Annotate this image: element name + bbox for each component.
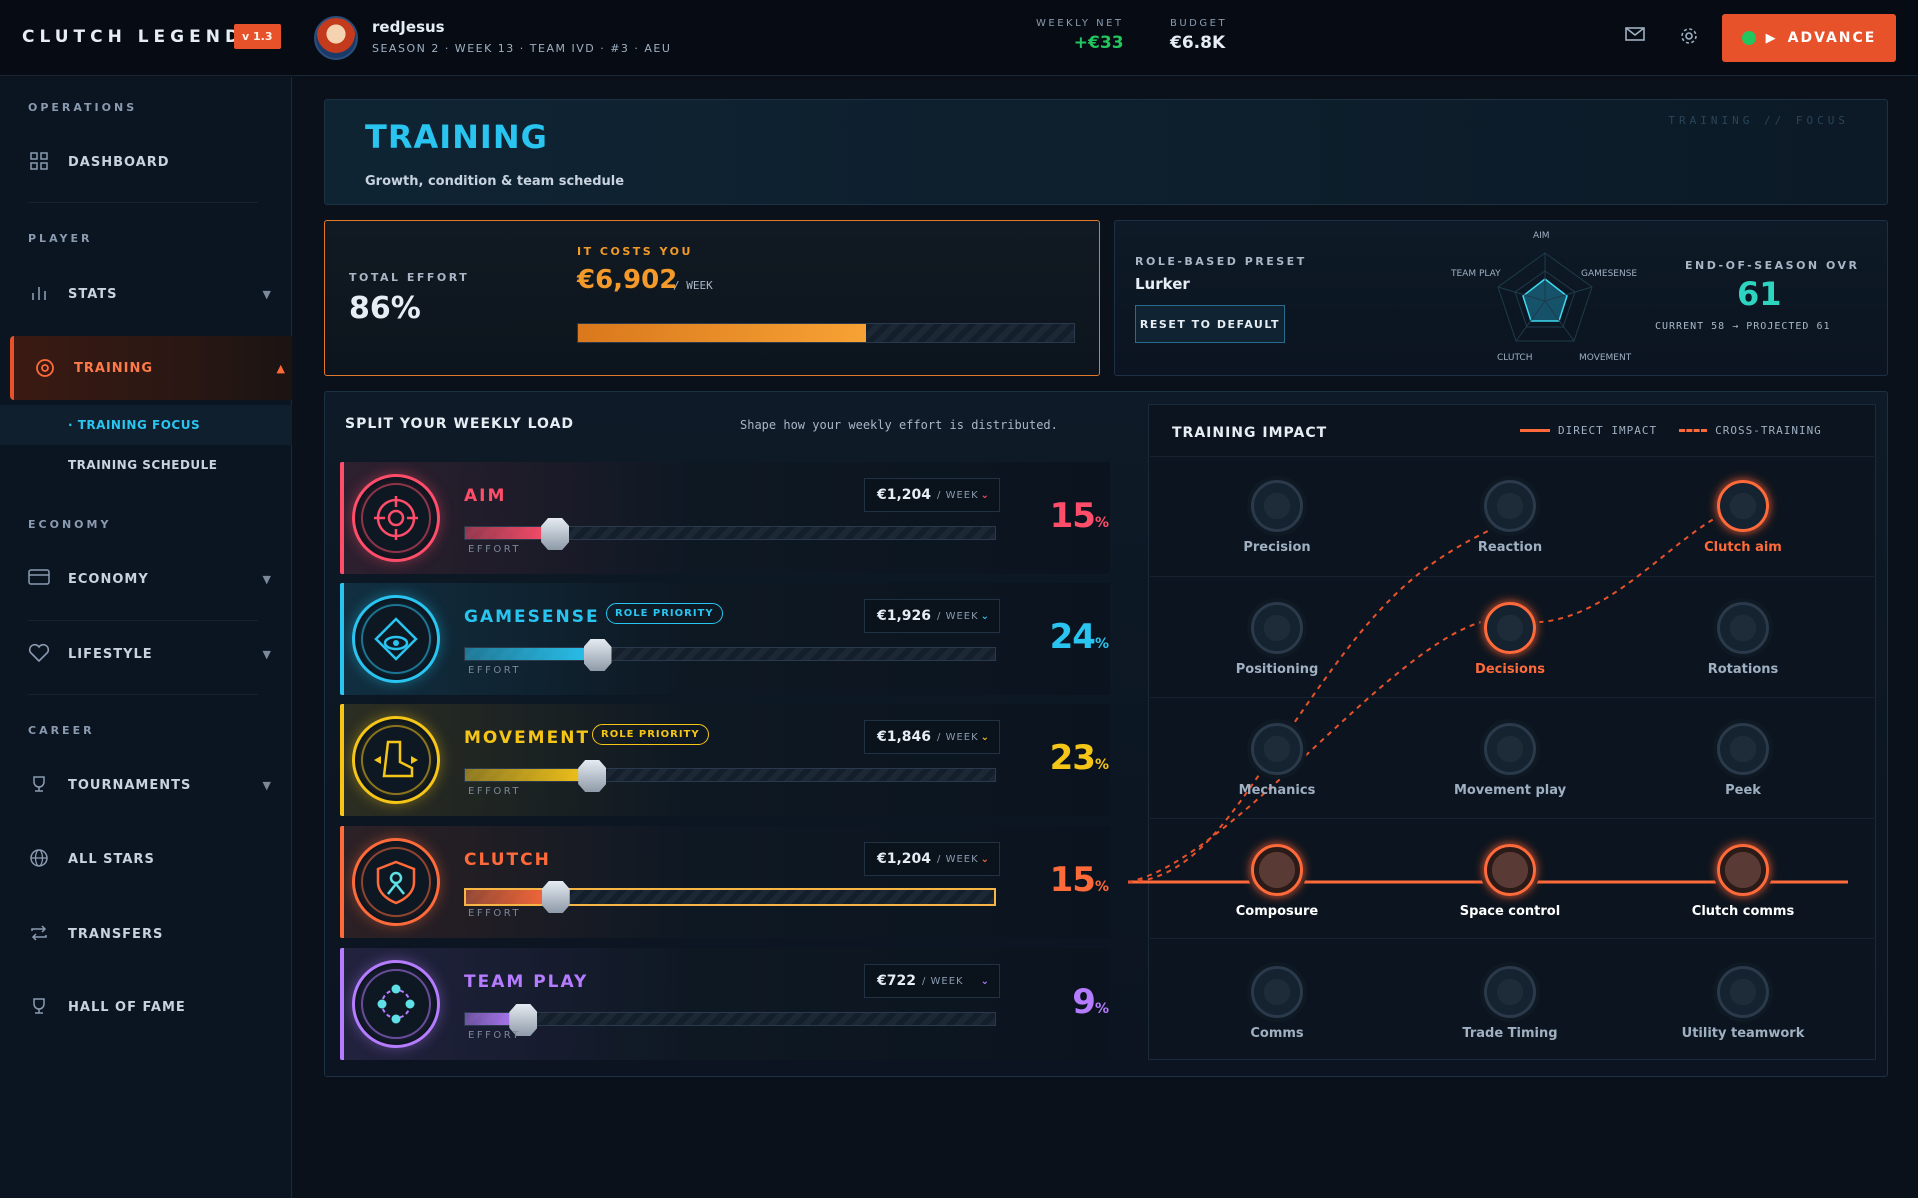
skill-node[interactable] — [1717, 844, 1769, 896]
cross-training-line — [1127, 519, 1513, 883]
skill-node-label: Precision — [1243, 540, 1311, 555]
skill-node[interactable] — [1251, 723, 1303, 775]
skill-node[interactable] — [1484, 723, 1536, 775]
skill-node-label: Movement play — [1453, 783, 1567, 798]
skill-node-label: Reaction — [1477, 540, 1543, 555]
skill-node[interactable] — [1717, 602, 1769, 654]
skill-node-label: Peek — [1725, 783, 1761, 798]
skill-node[interactable] — [1717, 723, 1769, 775]
skill-node[interactable] — [1251, 966, 1303, 1018]
skill-node[interactable] — [1484, 602, 1536, 654]
skill-node-label: Clutch comms — [1691, 904, 1795, 919]
skill-node-label: Space control — [1459, 904, 1561, 919]
skill-node-label: Comms — [1250, 1026, 1304, 1041]
skill-node[interactable] — [1484, 844, 1536, 896]
skill-node-label: Decisions — [1475, 662, 1545, 677]
skill-node-label: Composure — [1235, 904, 1319, 919]
skill-node-label: Clutch aim — [1704, 540, 1782, 555]
skill-node-label: Positioning — [1235, 662, 1319, 677]
skill-node-label: Mechanics — [1238, 783, 1316, 798]
skill-node[interactable] — [1484, 480, 1536, 532]
skill-node[interactable] — [1251, 480, 1303, 532]
skill-node[interactable] — [1484, 966, 1536, 1018]
skill-node[interactable] — [1717, 480, 1769, 532]
skill-node-label: Utility teamwork — [1681, 1026, 1805, 1041]
impact-connections — [1127, 505, 1848, 884]
skill-node[interactable] — [1717, 966, 1769, 1018]
skill-node-label: Trade Timing — [1462, 1026, 1558, 1041]
skill-node-label: Rotations — [1707, 662, 1779, 677]
skill-node[interactable] — [1251, 844, 1303, 896]
skill-node[interactable] — [1251, 602, 1303, 654]
